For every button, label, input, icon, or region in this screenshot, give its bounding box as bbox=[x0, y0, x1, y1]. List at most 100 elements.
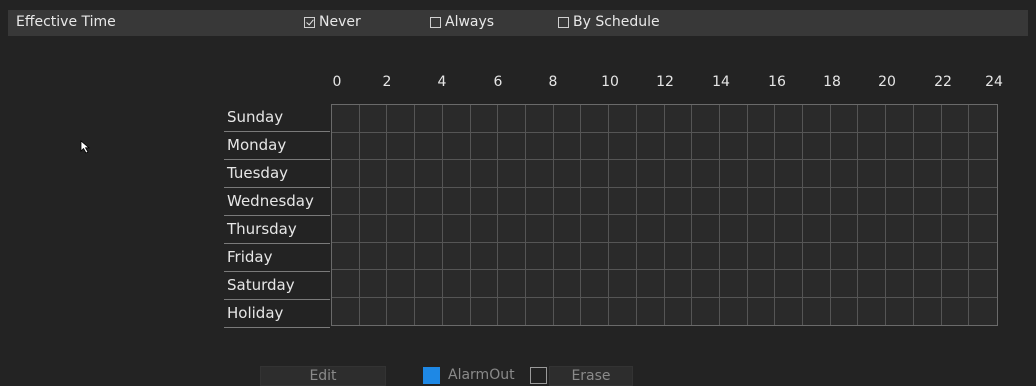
schedule-cell[interactable] bbox=[636, 242, 665, 270]
schedule-cell[interactable] bbox=[858, 160, 887, 188]
schedule-cell[interactable] bbox=[498, 187, 526, 215]
schedule-cell[interactable] bbox=[858, 215, 887, 243]
schedule-cell[interactable] bbox=[470, 187, 499, 215]
schedule-cell[interactable] bbox=[747, 132, 776, 160]
schedule-cell[interactable] bbox=[498, 160, 526, 188]
schedule-cell[interactable] bbox=[665, 297, 693, 325]
schedule-cell[interactable] bbox=[803, 270, 831, 298]
schedule-cell[interactable] bbox=[415, 160, 443, 188]
schedule-cell[interactable] bbox=[636, 215, 665, 243]
schedule-cell[interactable] bbox=[830, 215, 859, 243]
schedule-cell[interactable] bbox=[886, 242, 914, 270]
schedule-cell[interactable] bbox=[581, 297, 610, 325]
never-option[interactable]: Never bbox=[304, 14, 361, 30]
schedule-cell[interactable] bbox=[359, 270, 388, 298]
schedule-cell[interactable] bbox=[747, 242, 776, 270]
schedule-cell[interactable] bbox=[775, 160, 804, 188]
schedule-cell[interactable] bbox=[830, 105, 859, 133]
schedule-cell[interactable] bbox=[470, 132, 499, 160]
schedule-cell[interactable] bbox=[775, 105, 804, 133]
schedule-cell[interactable] bbox=[359, 242, 388, 270]
schedule-cell[interactable] bbox=[858, 270, 887, 298]
schedule-cell[interactable] bbox=[498, 242, 526, 270]
schedule-cell[interactable] bbox=[830, 160, 859, 188]
schedule-cell[interactable] bbox=[554, 297, 582, 325]
schedule-cell[interactable] bbox=[581, 132, 610, 160]
schedule-cell[interactable] bbox=[692, 132, 720, 160]
schedule-cell[interactable] bbox=[470, 160, 499, 188]
schedule-cell[interactable] bbox=[553, 160, 582, 188]
schedule-cell[interactable] bbox=[747, 105, 776, 133]
schedule-cell[interactable] bbox=[858, 297, 887, 325]
schedule-cell[interactable] bbox=[332, 160, 360, 188]
schedule-cell[interactable] bbox=[664, 132, 693, 160]
schedule-cell[interactable] bbox=[359, 132, 388, 160]
schedule-cell[interactable] bbox=[525, 160, 554, 188]
schedule-cell[interactable] bbox=[387, 132, 416, 160]
schedule-cell[interactable] bbox=[525, 270, 554, 298]
schedule-cell[interactable] bbox=[470, 242, 499, 270]
schedule-cell[interactable] bbox=[747, 160, 776, 188]
schedule-cell[interactable] bbox=[581, 187, 610, 215]
schedule-cell[interactable] bbox=[748, 297, 776, 325]
schedule-cell[interactable] bbox=[332, 242, 360, 270]
schedule-cell[interactable] bbox=[581, 215, 610, 243]
schedule-cell[interactable] bbox=[692, 242, 720, 270]
schedule-cell[interactable] bbox=[525, 187, 554, 215]
schedule-cell[interactable] bbox=[553, 270, 582, 298]
schedule-cell[interactable] bbox=[719, 215, 748, 243]
schedule-cell[interactable] bbox=[719, 270, 748, 298]
schedule-cell[interactable] bbox=[719, 105, 748, 133]
schedule-cell[interactable] bbox=[442, 187, 471, 215]
schedule-cell[interactable] bbox=[332, 132, 360, 160]
schedule-cell[interactable] bbox=[886, 132, 914, 160]
schedule-cell[interactable] bbox=[886, 297, 914, 325]
schedule-cell[interactable] bbox=[886, 160, 914, 188]
schedule-cell[interactable] bbox=[359, 160, 388, 188]
schedule-cell[interactable] bbox=[664, 215, 693, 243]
schedule-cell[interactable] bbox=[858, 242, 887, 270]
alarmout-swatch[interactable] bbox=[423, 367, 440, 384]
schedule-cell[interactable] bbox=[443, 297, 471, 325]
schedule-cell[interactable] bbox=[387, 187, 416, 215]
schedule-cell[interactable] bbox=[415, 215, 443, 243]
schedule-cell[interactable] bbox=[913, 270, 942, 298]
schedule-cell[interactable] bbox=[941, 187, 970, 215]
schedule-cell[interactable] bbox=[498, 270, 526, 298]
schedule-cell[interactable] bbox=[525, 132, 554, 160]
schedule-cell[interactable] bbox=[553, 215, 582, 243]
schedule-cell[interactable] bbox=[858, 105, 887, 133]
schedule-cell[interactable] bbox=[914, 297, 942, 325]
schedule-cell[interactable] bbox=[415, 270, 443, 298]
schedule-cell[interactable] bbox=[941, 242, 970, 270]
schedule-cell[interactable] bbox=[803, 160, 831, 188]
schedule-cell[interactable] bbox=[913, 160, 942, 188]
schedule-cell[interactable] bbox=[553, 187, 582, 215]
schedule-cell[interactable] bbox=[692, 215, 720, 243]
schedule-cell[interactable] bbox=[886, 187, 914, 215]
schedule-cell[interactable] bbox=[664, 105, 693, 133]
schedule-cell[interactable] bbox=[387, 215, 416, 243]
schedule-cell[interactable] bbox=[442, 215, 471, 243]
schedule-cell[interactable] bbox=[332, 105, 360, 133]
erase-swatch[interactable] bbox=[530, 367, 547, 384]
schedule-cell[interactable] bbox=[719, 132, 748, 160]
schedule-cell[interactable] bbox=[941, 105, 970, 133]
always-option[interactable]: Always bbox=[430, 14, 494, 30]
schedule-cell[interactable] bbox=[941, 160, 970, 188]
schedule-cell[interactable] bbox=[913, 187, 942, 215]
schedule-cell[interactable] bbox=[719, 242, 748, 270]
edit-button[interactable]: Edit bbox=[260, 366, 386, 386]
schedule-cell[interactable] bbox=[969, 160, 997, 188]
schedule-cell[interactable] bbox=[969, 270, 997, 298]
by-schedule-checkbox[interactable] bbox=[558, 16, 569, 28]
schedule-cell[interactable] bbox=[747, 187, 776, 215]
schedule-cell[interactable] bbox=[525, 242, 554, 270]
schedule-cell[interactable] bbox=[969, 188, 997, 215]
schedule-cell[interactable] bbox=[609, 105, 637, 133]
schedule-cell[interactable] bbox=[470, 215, 499, 243]
schedule-cell[interactable] bbox=[498, 105, 526, 133]
schedule-cell[interactable] bbox=[664, 187, 693, 215]
schedule-cell[interactable] bbox=[609, 187, 637, 215]
schedule-cell[interactable] bbox=[636, 187, 665, 215]
